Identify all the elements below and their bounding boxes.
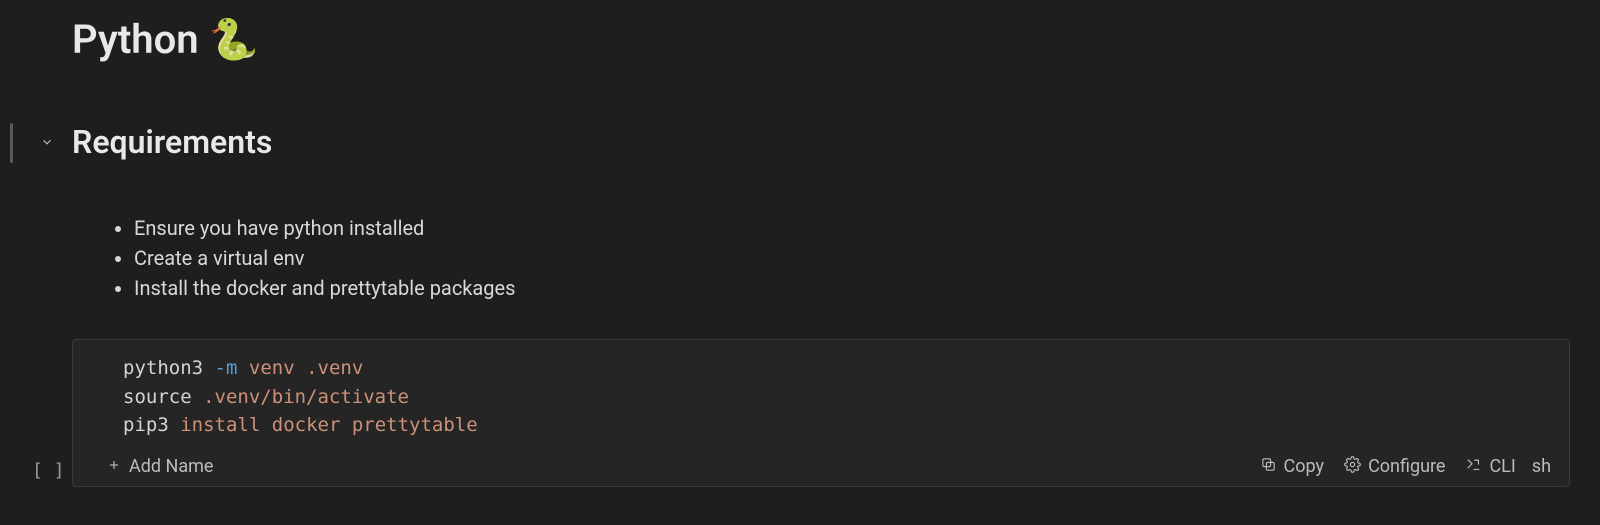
- configure-button[interactable]: Configure: [1334, 454, 1455, 480]
- cell-brackets: [ ]: [32, 460, 65, 481]
- terminal-icon: [1465, 456, 1482, 478]
- code-content[interactable]: python3 -m venv .venv source .venv/bin/a…: [73, 340, 1569, 450]
- section-marker: [10, 123, 13, 163]
- code-footer: Add Name Copy Configure: [73, 450, 1569, 486]
- language-label[interactable]: sh: [1526, 454, 1557, 479]
- code-line: source .venv/bin/activate: [123, 383, 1545, 412]
- requirements-list: Ensure you have python installed Create …: [0, 213, 1600, 303]
- list-item: Create a virtual env: [134, 243, 1600, 273]
- configure-label: Configure: [1368, 456, 1445, 477]
- section-title: Requirements: [72, 123, 272, 161]
- cli-label: CLI: [1489, 456, 1515, 477]
- section-header: Requirements: [0, 123, 1600, 161]
- gear-icon: [1344, 456, 1361, 478]
- page-title: Python 🐍: [0, 0, 1600, 63]
- add-name-label: Add Name: [129, 456, 213, 477]
- copy-button[interactable]: Copy: [1250, 454, 1335, 480]
- list-item: Ensure you have python installed: [134, 213, 1600, 243]
- requirements-section: Requirements Ensure you have python inst…: [0, 123, 1600, 487]
- list-item: Install the docker and prettytable packa…: [134, 273, 1600, 303]
- copy-label: Copy: [1284, 456, 1325, 477]
- add-name-button[interactable]: Add Name: [99, 454, 221, 479]
- copy-icon: [1260, 456, 1277, 478]
- code-line: python3 -m venv .venv: [123, 354, 1545, 383]
- plus-icon: [107, 456, 121, 477]
- cli-button[interactable]: CLI: [1455, 454, 1525, 480]
- chevron-down-icon[interactable]: [38, 133, 56, 151]
- code-block: python3 -m venv .venv source .venv/bin/a…: [72, 339, 1570, 487]
- code-line: pip3 install docker prettytable: [123, 411, 1545, 440]
